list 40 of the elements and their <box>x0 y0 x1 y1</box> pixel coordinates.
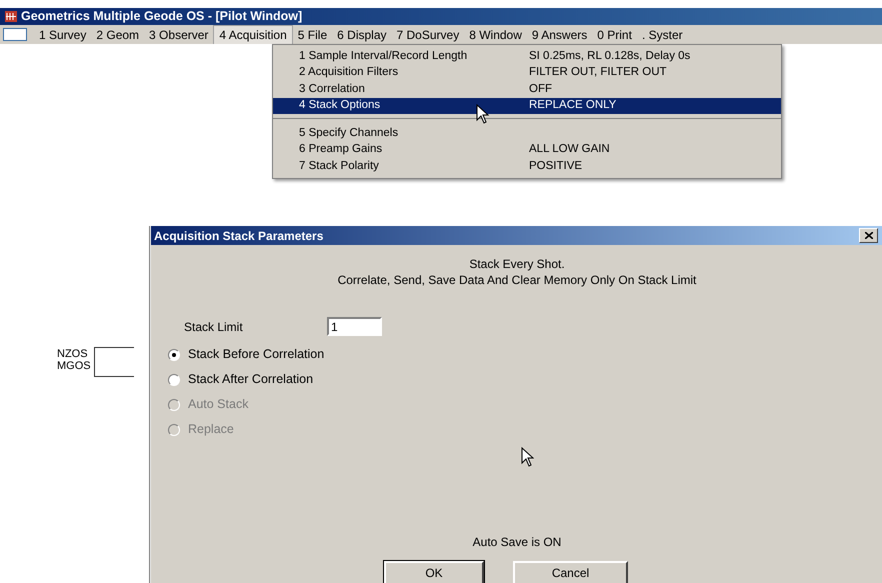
menu-item[interactable]: 4 Acquisition <box>213 25 293 44</box>
dialog-button[interactable]: OK <box>384 561 484 583</box>
close-button[interactable] <box>859 228 878 243</box>
menu-item[interactable]: 9 Answers <box>526 25 592 44</box>
dropdown-item[interactable]: 6 Preamp Gains ALL LOW GAIN <box>273 142 781 158</box>
mouse-cursor-icon <box>476 104 489 124</box>
radio-label: Auto Stack <box>188 396 248 414</box>
menu-item[interactable]: 3 Observer <box>144 25 214 44</box>
menu-item[interactable]: 6 Display <box>332 25 392 44</box>
stack-limit-label: Stack Limit <box>184 318 244 336</box>
annotation-label: NZOS MGOS <box>57 348 91 372</box>
radio-button[interactable] <box>168 348 180 360</box>
menu-item[interactable]: 0 Print <box>592 25 637 44</box>
dialog-message: Stack Every Shot. <box>469 256 565 272</box>
radio-label: Replace <box>188 421 234 438</box>
dropdown-item[interactable]: 1 Sample Interval/Record Length SI 0.25ms, RL 0.128s, Delay 0s <box>273 48 781 64</box>
menu-item[interactable]: 5 File <box>292 25 332 44</box>
mouse-cursor-icon <box>521 447 534 467</box>
auto-save-status: Auto Save is ON <box>472 534 562 551</box>
dropdown-item[interactable]: 3 Correlation OFF <box>273 81 781 98</box>
system-menu-icon[interactable] <box>3 28 27 41</box>
dialog-title: Acquisition Stack Parameters <box>154 228 324 244</box>
close-icon <box>864 232 872 239</box>
dropdown-item[interactable]: 7 Stack Polarity POSITIVE <box>273 158 781 174</box>
dialog-button[interactable]: Cancel <box>513 561 628 583</box>
menu-item[interactable]: 2 Geom <box>91 25 144 44</box>
menu-item[interactable]: 8 Window <box>464 25 527 44</box>
menu-item[interactable]: 1 Survey <box>34 25 92 44</box>
stack-limit-field[interactable]: 1 <box>327 317 382 336</box>
app-icon <box>5 11 17 22</box>
window-title: Geometrics Multiple Geode OS - [Pilot Window] <box>21 8 302 26</box>
bracket-line <box>94 347 134 377</box>
radio-label: Stack After Correlation <box>188 371 314 388</box>
menu-item[interactable]: 7 DoSurvey <box>392 25 464 44</box>
dropdown-item[interactable]: 2 Acquisition Filters FILTER OUT, FILTER OUT <box>273 64 781 81</box>
radio-label: Stack Before Correlation <box>188 346 324 364</box>
dialog-message: Correlate, Send, Save Data And Clear Memory Only On Stack Limit <box>338 272 696 288</box>
radio-button[interactable] <box>168 374 180 386</box>
menu-item[interactable]: . Syster <box>636 25 688 44</box>
dropdown-item[interactable]: 5 Specify Channels <box>273 125 781 142</box>
